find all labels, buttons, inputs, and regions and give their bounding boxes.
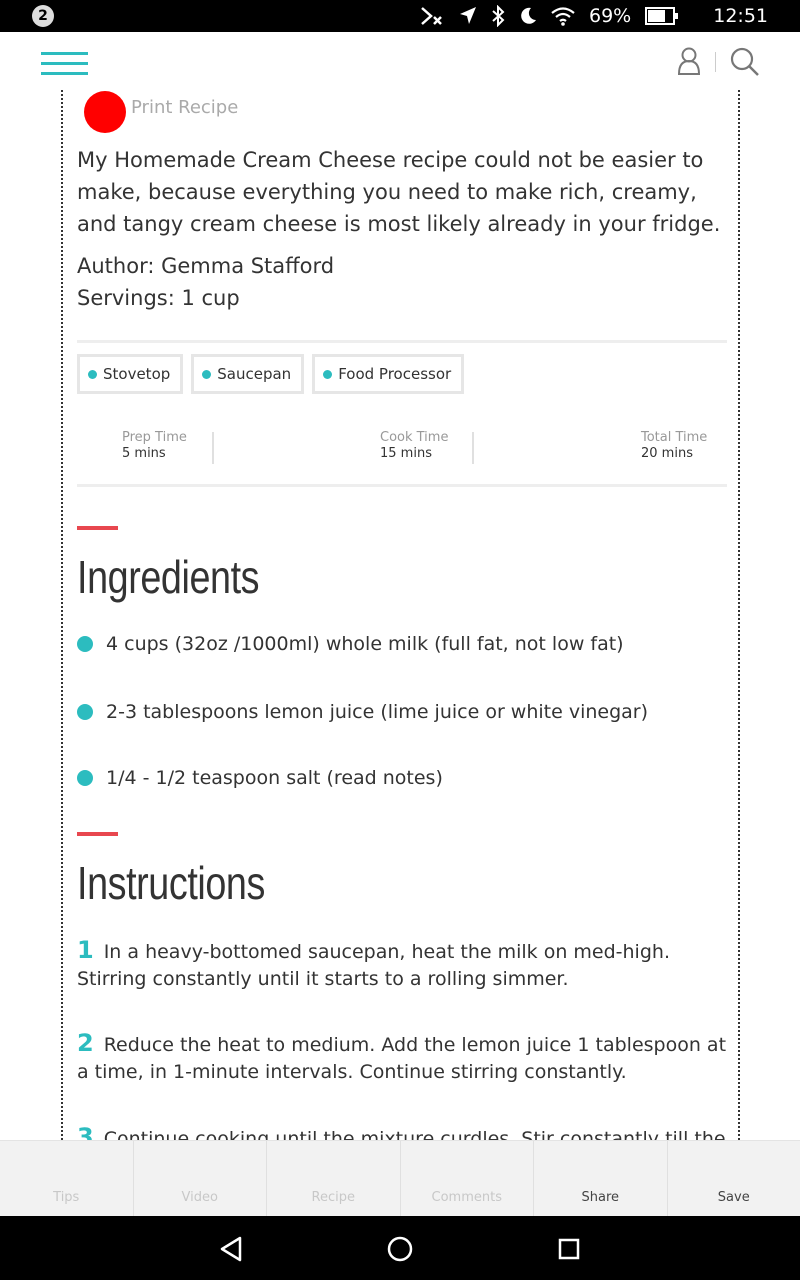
tab-save[interactable]: Save — [668, 1141, 800, 1216]
ingredient-bullet — [77, 704, 93, 720]
equipment-tag-label: Saucepan — [217, 365, 292, 383]
tag-dot — [202, 369, 212, 379]
home-icon[interactable] — [387, 1236, 413, 1266]
battery-percent: 69% — [589, 5, 632, 27]
status-bar: 2 69% 12:51 — [0, 0, 800, 32]
section-marker — [77, 526, 118, 530]
ingredient-text: 4 cups (32oz /1000ml) whole milk (full f… — [106, 633, 624, 655]
tag-dot — [88, 369, 97, 379]
equipment-tag: Stovetop — [77, 354, 184, 394]
time-label: Total Time — [641, 430, 708, 445]
step-number: 3 — [77, 1123, 94, 1141]
time-value: 15 mins — [380, 446, 432, 461]
equipment-tag-label: Stovetop — [103, 365, 171, 383]
recipe-author: Author: Gemma Stafford — [77, 254, 335, 278]
time-divider — [212, 432, 214, 464]
notification-count-badge: 2 — [32, 5, 54, 27]
cook-time: Cook Time 15 mins — [380, 430, 448, 462]
instructions-heading: Instructions — [77, 857, 265, 909]
equipment-tag-label: Food Processor — [338, 365, 452, 383]
instruction-step: 2 Reduce the heat to medium. Add the lemo… — [77, 1030, 727, 1086]
recipe-times: Prep Time 5 mins Cook Time 15 mins Total… — [77, 430, 727, 466]
time-label: Prep Time — [122, 430, 187, 445]
recipe-servings: Servings: 1 cup — [77, 286, 240, 310]
equipment-tag: Saucepan — [191, 354, 305, 394]
back-icon[interactable] — [219, 1236, 243, 1266]
bottom-tab-bar: Tips Video Recipe Comments Share Save — [0, 1140, 800, 1216]
step-text: Reduce the heat to medium. Add the lemon… — [77, 1034, 727, 1083]
system-navigation-bar — [0, 1216, 800, 1280]
bluetooth-icon — [491, 5, 505, 27]
print-recipe-icon[interactable] — [84, 91, 126, 133]
recipe-card: Print Recipe My Homemade Cream Cheese re… — [61, 90, 740, 1140]
tab-share[interactable]: Share — [534, 1141, 668, 1216]
step-text: Continue cooking until the mixture curdl… — [103, 1128, 726, 1140]
tab-recipe[interactable]: Recipe — [267, 1141, 401, 1216]
ingredients-heading: Ingredients — [77, 551, 260, 603]
app-header — [0, 32, 800, 90]
missed-call-icon — [419, 5, 445, 27]
ingredient-bullet — [77, 636, 93, 652]
time-value: 20 mins — [641, 446, 693, 461]
equipment-tag: Food Processor — [312, 354, 465, 394]
time-label: Cook Time — [380, 430, 449, 445]
search-icon[interactable] — [729, 46, 761, 82]
header-divider — [715, 52, 716, 72]
print-recipe-link[interactable]: Print Recipe — [131, 97, 238, 118]
equipment-tags: Stovetop Saucepan Food Processor — [77, 354, 465, 394]
step-number: 2 — [77, 1029, 94, 1057]
ingredient-text: 2-3 tablespoons lemon juice (lime juice … — [106, 701, 649, 723]
location-icon — [459, 6, 477, 26]
tag-dot — [323, 369, 333, 379]
wifi-icon — [551, 6, 575, 26]
recent-apps-icon[interactable] — [558, 1238, 580, 1264]
battery-icon — [645, 7, 679, 25]
ingredient-text: 1/4 - 1/2 teaspoon salt (read notes) — [106, 767, 443, 789]
time-divider — [472, 432, 474, 464]
step-text: In a heavy-bottomed saucepan, heat the m… — [77, 941, 670, 990]
total-time: Total Time 20 mins — [641, 430, 707, 462]
tab-comments[interactable]: Comments — [401, 1141, 534, 1216]
prep-time: Prep Time 5 mins — [122, 430, 187, 462]
section-marker — [77, 832, 118, 836]
ingredient-bullet — [77, 770, 93, 786]
recipe-description: My Homemade Cream Cheese recipe could no… — [77, 148, 721, 236]
clock: 12:51 — [713, 5, 768, 27]
do-not-disturb-moon-icon — [519, 6, 537, 26]
time-value: 5 mins — [122, 446, 166, 461]
status-icons: 69% 12:51 — [419, 0, 768, 32]
step-number: 1 — [77, 936, 94, 964]
tab-tips[interactable]: Tips — [0, 1141, 134, 1216]
instruction-step: 3 Continue cooking until the mixture curd… — [77, 1123, 727, 1141]
divider — [77, 484, 727, 487]
hamburger-menu-icon[interactable] — [41, 52, 88, 76]
instruction-step: 1 In a heavy-bottomed saucepan, heat the … — [77, 937, 727, 993]
divider — [77, 340, 727, 343]
tab-video[interactable]: Video — [134, 1141, 267, 1216]
user-account-icon[interactable] — [676, 46, 702, 80]
